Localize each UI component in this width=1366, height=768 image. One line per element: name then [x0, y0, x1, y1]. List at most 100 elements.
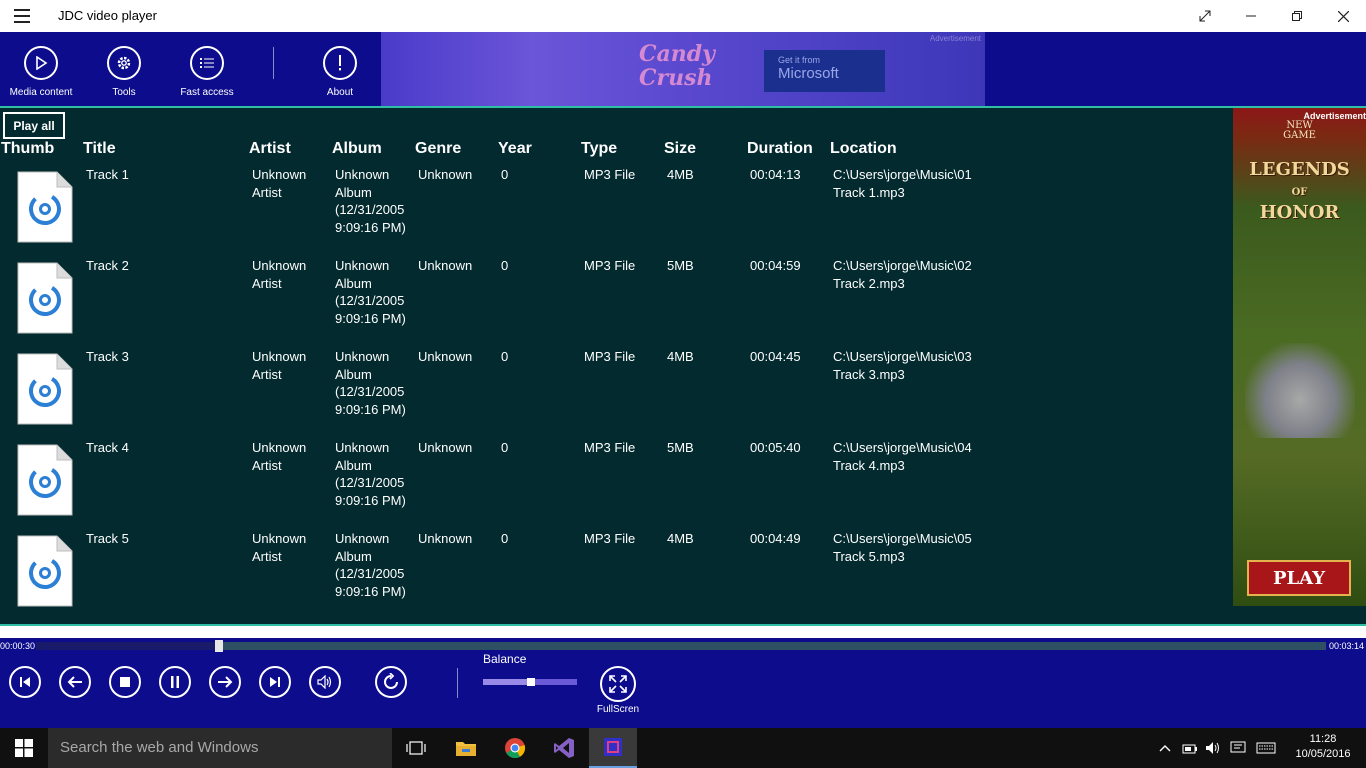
cell-duration: 00:04:59 [750, 258, 801, 273]
music-file-icon [17, 535, 73, 607]
media-content-button[interactable]: Media content [1, 46, 81, 98]
play-icon [24, 46, 58, 80]
volume-button[interactable] [309, 666, 341, 698]
about-button[interactable]: About [300, 46, 380, 98]
keyboard-tray-icon[interactable] [1253, 728, 1279, 768]
cell-artist: Unknown Artist [252, 258, 307, 291]
cell-album: Unknown Album (12/31/2005 9:09:16 PM) [335, 440, 406, 508]
notifications-tray-icon[interactable] [1227, 728, 1249, 768]
cell-artist: Unknown Artist [252, 167, 307, 200]
table-row[interactable]: Track 4 Unknown Artist Unknown Album (12/3… [0, 439, 1230, 530]
tools-button[interactable]: Tools [84, 46, 164, 98]
close-button[interactable] [1320, 0, 1366, 32]
cell-album: Unknown Album (12/31/2005 9:09:16 PM) [335, 258, 406, 326]
column-header-title[interactable]: Title [83, 140, 116, 158]
next-button[interactable] [209, 666, 241, 698]
castle-image [1245, 343, 1355, 438]
play-all-button[interactable]: Play all [3, 112, 65, 139]
speaker-icon [317, 675, 332, 689]
column-header-duration[interactable]: Duration [747, 140, 813, 158]
seek-track[interactable] [36, 640, 1326, 652]
balance-handle[interactable] [527, 678, 535, 686]
column-header-type[interactable]: Type [581, 140, 617, 158]
minimize-button[interactable] [1228, 0, 1274, 32]
column-header-artist[interactable]: Artist [249, 140, 291, 158]
chrome-icon [505, 738, 526, 759]
balance-slider[interactable] [483, 678, 577, 686]
seek-bar[interactable]: 00:00:30 00:03:14 [0, 638, 1366, 654]
cell-location: C:\Users\jorge\Music\04 Track 4.mp3 [833, 440, 972, 473]
hamburger-menu-icon[interactable] [14, 9, 30, 23]
column-header-genre[interactable]: Genre [415, 140, 461, 158]
cell-genre: Unknown [418, 440, 473, 455]
cell-location: C:\Users\jorge\Music\05 Track 5.mp3 [833, 531, 972, 564]
music-file-icon [17, 444, 73, 516]
volume-tray-icon[interactable] [1203, 728, 1223, 768]
cell-title: Track 3 [86, 349, 129, 364]
table-row[interactable]: Track 1 Unknown Artist Unknown Album (12/3… [0, 166, 1230, 257]
cell-album: Unknown Album (12/31/2005 9:09:16 PM) [335, 531, 406, 599]
cell-size: 5MB [667, 440, 694, 455]
taskbar-search-box[interactable]: Search the web and Windows [48, 728, 392, 768]
cell-type: MP3 File [584, 258, 636, 273]
column-header-year[interactable]: Year [498, 140, 532, 158]
table-row[interactable]: Track 2 Unknown Artist Unknown Album (12/3… [0, 257, 1230, 348]
ad-play-button[interactable]: PLAY [1247, 560, 1351, 596]
fast-access-button[interactable]: Fast access [167, 46, 247, 98]
top-ad-banner[interactable]: Candy Crush Get it from Microsoft Adverti… [381, 32, 985, 106]
candy-crush-logo: Candy Crush [639, 41, 715, 91]
get-it-from-microsoft-badge[interactable]: Get it from Microsoft [764, 50, 885, 92]
repeat-button[interactable] [375, 666, 407, 698]
stop-button[interactable] [109, 666, 141, 698]
column-header-album[interactable]: Album [332, 140, 382, 158]
restore-button[interactable] [1274, 0, 1320, 32]
fullscreen-button[interactable] [600, 666, 636, 702]
cell-duration: 00:04:49 [750, 531, 801, 546]
visual-studio-icon [554, 738, 574, 758]
show-hidden-icons-button[interactable] [1155, 728, 1175, 768]
table-row[interactable]: Track 5 Unknown Artist Unknown Album (12/3… [0, 530, 1230, 621]
column-header-thumb[interactable]: Thumb [1, 140, 54, 158]
arrow-right-icon [218, 676, 233, 688]
taskbar-clock[interactable]: 11:28 10/05/2016 [1283, 732, 1363, 762]
pause-icon [171, 676, 179, 688]
cell-year: 0 [501, 440, 509, 455]
column-header-size[interactable]: Size [664, 140, 696, 158]
store-badge-small-text: Get it from [778, 55, 821, 65]
start-button[interactable] [0, 728, 48, 768]
folder-icon [456, 742, 476, 756]
cell-type: MP3 File [584, 167, 636, 182]
chrome-button[interactable] [491, 728, 539, 768]
expand-window-icon[interactable] [1182, 0, 1228, 32]
side-ad-banner[interactable]: Advertisement NEW GAME LEGENDS OF HONOR PLA… [1233, 108, 1366, 606]
cell-genre: Unknown [418, 531, 473, 546]
toolbar-divider [273, 47, 274, 79]
playback-controls: Balance FullScren [0, 652, 1366, 728]
seek-handle[interactable] [214, 640, 223, 652]
previous-button[interactable] [59, 666, 91, 698]
battery-tray-icon[interactable] [1180, 728, 1200, 768]
pause-button[interactable] [159, 666, 191, 698]
cell-year: 0 [501, 531, 509, 546]
task-view-button[interactable] [392, 728, 440, 768]
cell-location: C:\Users\jorge\Music\01 Track 1.mp3 [833, 167, 972, 200]
jdc-player-taskbar-button[interactable] [589, 728, 637, 768]
skip-previous-button[interactable] [9, 666, 41, 698]
fullscreen-label: FullScren [596, 704, 640, 715]
skip-next-button[interactable] [259, 666, 291, 698]
cell-title: Track 5 [86, 531, 129, 546]
track-list-panel: Play all Thumb Title Artist Album Genre … [0, 106, 1366, 626]
jdc-player-icon [604, 738, 622, 756]
music-file-icon [17, 353, 73, 425]
new-game-badge: NEW GAME [1283, 120, 1316, 141]
task-view-icon [406, 741, 426, 755]
cell-type: MP3 File [584, 440, 636, 455]
visual-studio-button[interactable] [540, 728, 588, 768]
column-header-location[interactable]: Location [830, 140, 897, 158]
cell-genre: Unknown [418, 167, 473, 182]
table-row[interactable]: Track 3 Unknown Artist Unknown Album (12/3… [0, 348, 1230, 439]
file-explorer-button[interactable] [442, 728, 490, 768]
cell-album: Unknown Album (12/31/2005 9:09:16 PM) [335, 349, 406, 417]
cell-title: Track 4 [86, 440, 129, 455]
fast-access-label: Fast access [180, 87, 234, 98]
